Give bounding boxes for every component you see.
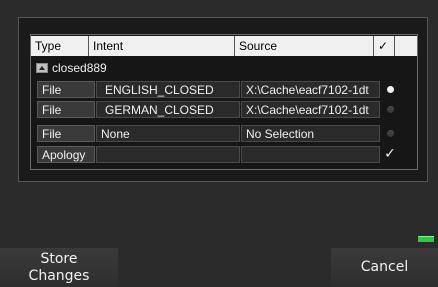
status-dot-icon [386,106,394,113]
row-3-type[interactable]: File [37,125,95,142]
store-label-line2: Changes [28,268,90,284]
row-2-type[interactable]: File [37,101,95,118]
column-header-type[interactable]: Type [31,36,89,56]
collapse-icon[interactable] [36,63,48,73]
row-3-status[interactable] [382,125,398,142]
cancel-button[interactable]: Cancel [331,248,438,287]
checkmark-icon: ✓ [384,146,396,162]
row-4-type[interactable]: Apology [37,146,95,163]
row-2-source[interactable]: X:\Cache\eacf7102-1dt [241,101,380,118]
row-1-source[interactable]: X:\Cache\eacf7102-1dt [241,81,380,98]
row-2-status[interactable] [382,101,398,118]
row-4-source[interactable] [241,146,380,163]
column-header-extra [395,36,417,56]
group-row[interactable]: closed889 [36,60,107,76]
status-dot-icon [386,130,394,137]
row-4-intent[interactable] [96,146,240,163]
column-header-intent[interactable]: Intent [89,36,235,56]
row-2-intent[interactable]: GERMAN_CLOSED [96,101,240,118]
group-label: closed889 [52,61,107,75]
row-4-status[interactable]: ✓ [382,146,398,163]
store-label-line1: Store [40,251,78,267]
row-3-intent[interactable]: None [96,125,240,142]
store-changes-button[interactable]: Store Changes [0,248,118,287]
status-dot-icon [386,86,394,93]
dialog-screen: Type Intent Source ✓ closed889 File ENGL… [0,0,438,287]
row-1-intent[interactable]: ENGLISH_CLOSED [96,81,240,98]
status-indicator [418,236,434,242]
row-3-source[interactable]: No Selection [241,125,380,142]
row-1-status[interactable] [382,81,398,98]
column-header-check[interactable]: ✓ [374,36,395,56]
row-1-type[interactable]: File [37,81,95,98]
column-header-source[interactable]: Source [235,36,374,56]
